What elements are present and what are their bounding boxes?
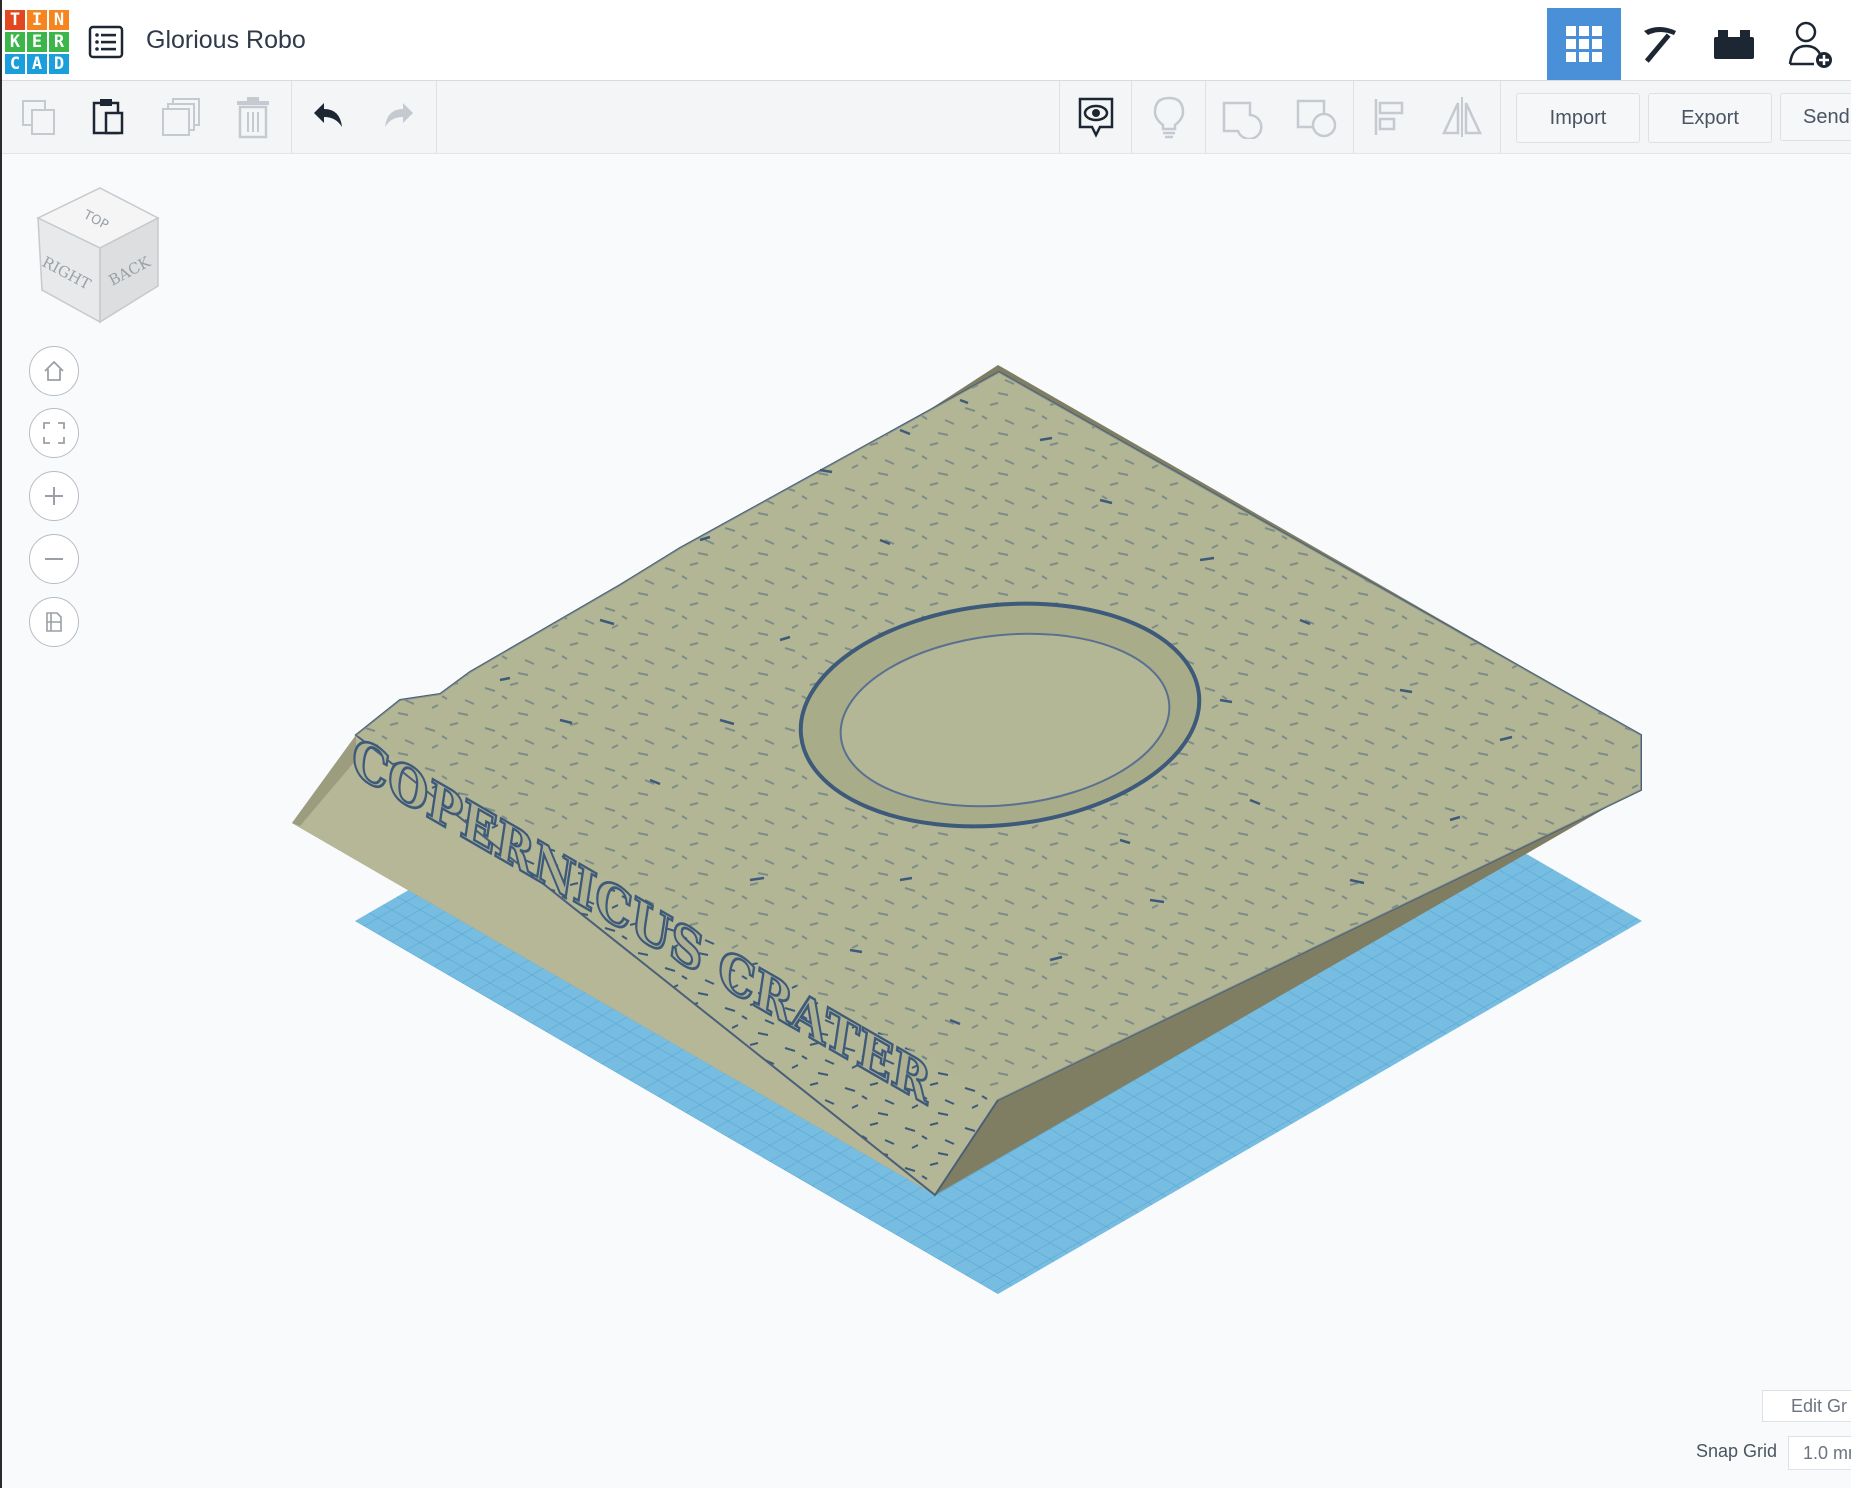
edit-grid-button[interactable]: Edit Gr xyxy=(1762,1390,1851,1422)
zoom-in-button[interactable] xyxy=(29,471,79,521)
view-cube[interactable]: TOP RIGHT BACK xyxy=(30,186,170,326)
fit-icon xyxy=(43,422,65,444)
fit-view-button[interactable] xyxy=(29,408,79,458)
snap-grid-select[interactable]: 1.0 mm xyxy=(1788,1436,1851,1470)
perspective-icon xyxy=(46,612,62,632)
workplane-scene[interactable]: COPERNICUS CRATER xyxy=(0,0,1851,1488)
zoom-out-icon xyxy=(45,558,63,560)
home-view-button[interactable] xyxy=(29,346,79,396)
snap-grid-label: Snap Grid xyxy=(1696,1441,1778,1461)
perspective-toggle-button[interactable] xyxy=(29,597,79,647)
tinkercad-editor: TINKERCAD Glorious Robo Import Export Se… xyxy=(0,0,1851,1488)
window-edge xyxy=(0,0,2,1488)
home-icon xyxy=(44,360,64,381)
zoom-out-button[interactable] xyxy=(29,534,79,584)
zoom-in-icon xyxy=(45,487,63,505)
